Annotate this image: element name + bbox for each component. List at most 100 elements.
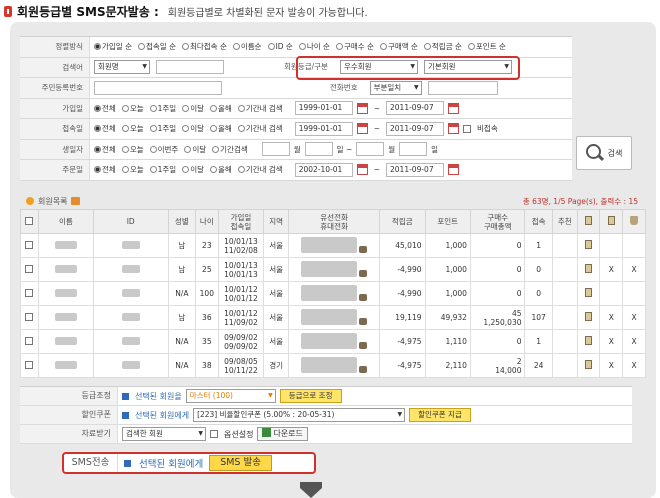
radio-option[interactable]: 가입일 순 <box>94 41 132 52</box>
no-access-checkbox[interactable] <box>463 124 472 133</box>
phone-input[interactable] <box>427 80 498 95</box>
radio-option[interactable]: 오늘 <box>121 164 144 175</box>
masked-name[interactable] <box>54 264 77 273</box>
radio-option[interactable]: 이달 <box>184 144 206 155</box>
table-row[interactable]: 남 36 10/01/12 11/09/02 서울 19,119 49,932 45 1,25… <box>19 305 646 330</box>
radio-option[interactable]: 1주일 <box>149 103 176 114</box>
masked-id[interactable] <box>121 264 140 273</box>
radio-option[interactable]: 이달 <box>182 164 204 175</box>
calendar-icon[interactable] <box>448 164 460 176</box>
masked-id[interactable] <box>121 336 140 345</box>
coupon-issue-button[interactable]: 할인쿠폰 지급 <box>409 408 471 422</box>
radio-option[interactable]: 이름순 <box>232 41 262 52</box>
order-mark[interactable]: X <box>609 337 614 346</box>
radio-button[interactable] <box>94 43 101 51</box>
radio-button[interactable] <box>121 125 129 133</box>
masked-id[interactable] <box>121 240 140 249</box>
radio-option[interactable]: 기간검색 <box>212 144 248 155</box>
radio-button[interactable] <box>121 145 129 153</box>
radio-option[interactable]: 1주일 <box>149 164 176 175</box>
keyword-select[interactable]: 회원명 <box>94 60 150 75</box>
order-mark[interactable]: X <box>609 361 614 370</box>
row-checkbox[interactable] <box>24 337 33 345</box>
row-checkbox[interactable] <box>24 265 33 273</box>
radio-button[interactable] <box>149 104 157 112</box>
radio-button[interactable] <box>298 43 306 51</box>
masked-name[interactable] <box>54 288 77 297</box>
radio-option[interactable]: 전체 <box>94 123 116 134</box>
radio-option[interactable]: 나이 순 <box>298 41 330 52</box>
calendar-icon[interactable] <box>356 102 368 114</box>
phone-icon[interactable] <box>359 269 368 277</box>
calendar-icon[interactable] <box>356 123 368 135</box>
join-from-input[interactable]: 1999-01-01 <box>294 101 353 116</box>
order-to-input[interactable]: 2011-09-07 <box>386 162 445 177</box>
phone-match-select[interactable]: 부분일치 <box>369 80 422 95</box>
join-to-input[interactable]: 2011-09-07 <box>386 101 445 116</box>
select-all-checkbox[interactable] <box>24 217 33 225</box>
radio-option[interactable]: 오늘 <box>121 123 144 134</box>
table-row[interactable]: 남 23 10/01/13 11/02/08 서울 45,010 1,000 0 1 <box>19 233 646 258</box>
keyword-input[interactable] <box>156 60 224 75</box>
row-checkbox[interactable] <box>24 361 33 369</box>
masked-id[interactable] <box>121 312 140 321</box>
masked-name[interactable] <box>54 312 77 321</box>
radio-button[interactable] <box>210 166 218 174</box>
grade-target-select[interactable]: 마스터 (100) <box>185 389 276 403</box>
radio-option[interactable]: 적립금 순 <box>423 41 462 52</box>
radio-option[interactable]: 올해 <box>210 164 232 175</box>
radio-option[interactable]: 올해 <box>210 103 232 114</box>
radio-button[interactable] <box>94 104 101 112</box>
masked-id[interactable] <box>121 360 140 369</box>
radio-button[interactable] <box>212 145 220 153</box>
radio-option[interactable]: ID 순 <box>267 41 293 52</box>
radio-button[interactable] <box>94 166 101 174</box>
radio-button[interactable] <box>182 104 190 112</box>
table-row[interactable]: 남 25 10/01/13 10/01/13 서울 -4,990 1,000 0 0 X X <box>19 257 646 282</box>
radio-option[interactable]: 이번주 <box>149 144 178 155</box>
grade-adjust-button[interactable]: 등급으로 조정 <box>279 389 342 403</box>
cart-mark[interactable]: X <box>632 337 637 346</box>
birthday-from-day[interactable] <box>304 142 333 157</box>
birthday-from-month[interactable] <box>261 142 290 157</box>
order-mark[interactable]: X <box>609 265 614 274</box>
calendar-icon[interactable] <box>356 164 368 176</box>
phone-icon[interactable] <box>359 365 368 373</box>
access-from-input[interactable]: 1999-01-01 <box>294 121 353 136</box>
radio-button[interactable] <box>237 125 245 133</box>
radio-option[interactable]: 이달 <box>182 123 204 134</box>
masked-name[interactable] <box>54 336 77 345</box>
order-from-input[interactable]: 2002-10-01 <box>294 162 353 177</box>
masked-name[interactable] <box>54 360 77 369</box>
memo-icon[interactable] <box>585 240 593 249</box>
row-checkbox[interactable] <box>24 289 33 297</box>
radio-option[interactable]: 포인트 순 <box>467 41 506 52</box>
search-button[interactable]: 검색 <box>576 136 632 170</box>
access-to-input[interactable]: 2011-09-07 <box>386 121 445 136</box>
radio-option[interactable]: 기간내 검색 <box>237 123 283 134</box>
radio-button[interactable] <box>94 125 101 133</box>
download-scope-select[interactable]: 검색한 회원 <box>122 427 206 441</box>
radio-button[interactable] <box>182 125 190 133</box>
radio-option[interactable]: 오늘 <box>121 103 144 114</box>
masked-name[interactable] <box>54 240 77 249</box>
radio-button[interactable] <box>210 125 218 133</box>
radio-button[interactable] <box>184 145 192 153</box>
cart-mark[interactable]: X <box>632 313 637 322</box>
radio-option[interactable]: 기간내 검색 <box>237 103 283 114</box>
phone-icon[interactable] <box>359 245 368 253</box>
memo-icon[interactable] <box>585 288 593 297</box>
birthday-to-day[interactable] <box>399 142 428 157</box>
calendar-icon[interactable] <box>448 102 460 114</box>
resident-input[interactable] <box>94 80 222 95</box>
memo-icon[interactable] <box>585 312 593 321</box>
option-checkbox[interactable] <box>210 430 218 438</box>
radio-option[interactable]: 구매수 순 <box>335 41 374 52</box>
row-checkbox[interactable] <box>24 241 33 249</box>
radio-button[interactable] <box>267 43 275 51</box>
row-checkbox[interactable] <box>24 313 33 321</box>
radio-option[interactable]: 이달 <box>182 103 204 114</box>
cart-mark[interactable]: X <box>632 265 637 274</box>
phone-icon[interactable] <box>359 293 368 301</box>
radio-button[interactable] <box>121 104 129 112</box>
